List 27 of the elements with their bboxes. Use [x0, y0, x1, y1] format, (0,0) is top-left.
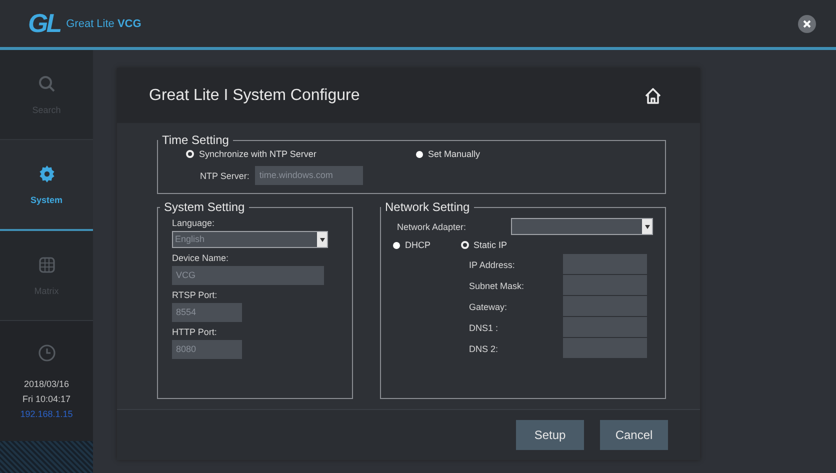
field-label: HTTP Port:: [172, 327, 217, 337]
dialog-button[interactable]: Setup: [516, 420, 584, 450]
radio-option[interactable]: Static IP: [460, 240, 508, 250]
group-title: Time Setting: [161, 133, 230, 147]
time-text: Fri 10:04:17: [22, 394, 71, 404]
dialog-button[interactable]: Cancel: [600, 420, 668, 450]
radio-option[interactable]: Set Manually: [416, 149, 480, 159]
group-title: Network Setting: [384, 200, 471, 214]
field-label: Language:: [172, 218, 215, 228]
ip-address: 192.168.1.15: [20, 408, 73, 418]
field-label: Subnet Mask:: [469, 280, 526, 290]
app-title: Great Lite VCG: [66, 18, 142, 30]
field-label: Device Name:: [172, 253, 229, 263]
field-label: DNS1 :: [469, 322, 500, 332]
field-label: Gateway:: [469, 302, 508, 312]
field-label: IP Address:: [469, 260, 516, 270]
field-label: DNS 2:: [469, 344, 500, 354]
radio-option[interactable]: DHCP: [393, 240, 431, 250]
sidebar-item[interactable]: System: [0, 140, 93, 231]
group-title: System Setting: [163, 200, 246, 214]
field-label: RTSP Port:: [172, 290, 218, 300]
dialog-title: Great Lite I System Configure: [149, 86, 360, 104]
field-label: Network Adapter:: [397, 222, 466, 232]
date-text: 2018/03/16: [24, 378, 70, 388]
logo: GL: [28, 8, 60, 39]
field-label: NTP Server:: [200, 170, 250, 180]
radio-option[interactable]: Synchronize with NTP Server: [186, 149, 416, 159]
